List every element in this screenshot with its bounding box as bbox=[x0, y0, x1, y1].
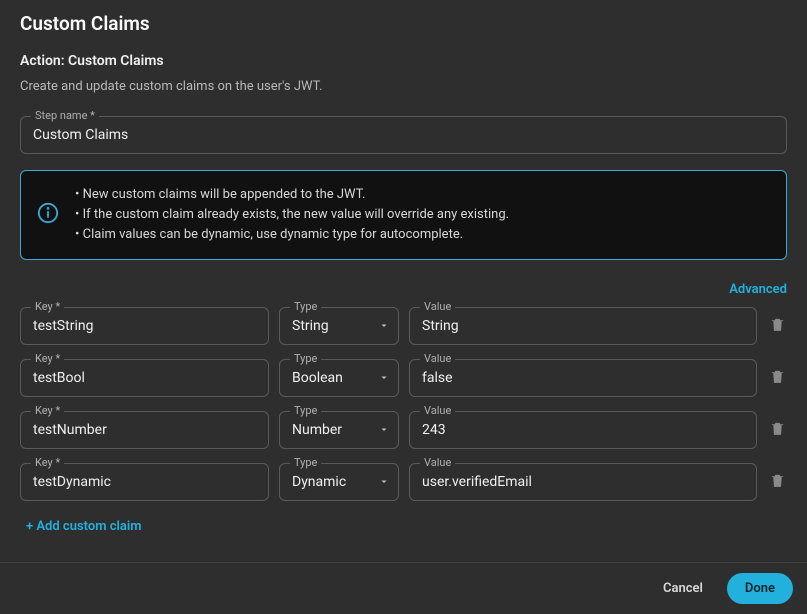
claim-value-input[interactable] bbox=[410, 308, 756, 344]
claim-value-label: Value bbox=[420, 300, 455, 314]
claim-value-input[interactable] bbox=[410, 464, 756, 500]
claim-key-label: Key * bbox=[31, 300, 64, 314]
claim-type-label: Type bbox=[290, 404, 321, 418]
info-callout: New custom claims will be appended to th… bbox=[20, 170, 787, 260]
delete-claim-button[interactable] bbox=[767, 420, 787, 441]
claim-value-input[interactable] bbox=[410, 412, 756, 448]
claim-type-field: TypeStringBooleanNumberDynamic bbox=[279, 411, 399, 449]
claim-value-field: Value bbox=[409, 411, 757, 449]
trash-icon bbox=[769, 420, 786, 441]
add-custom-claim-button[interactable]: + Add custom claim bbox=[26, 519, 142, 534]
claim-row: Key * TypeStringBooleanNumberDynamic Value bbox=[20, 307, 787, 345]
advanced-link[interactable]: Advanced bbox=[729, 282, 787, 297]
info-line: Claim values can be dynamic, use dynamic… bbox=[75, 225, 509, 245]
claim-value-label: Value bbox=[420, 456, 455, 470]
claim-key-label: Key * bbox=[31, 352, 64, 366]
claim-key-label: Key * bbox=[31, 404, 64, 418]
info-line: New custom claims will be appended to th… bbox=[75, 185, 509, 205]
claim-value-field: Value bbox=[409, 359, 757, 397]
delete-claim-button[interactable] bbox=[767, 316, 787, 337]
step-name-input[interactable] bbox=[21, 117, 786, 153]
claim-key-label: Key * bbox=[31, 456, 64, 470]
info-line: If the custom claim already exists, the … bbox=[75, 205, 509, 225]
claim-type-label: Type bbox=[290, 300, 321, 314]
claim-key-field: Key * bbox=[20, 463, 269, 501]
delete-claim-button[interactable] bbox=[767, 472, 787, 493]
claim-value-label: Value bbox=[420, 352, 455, 366]
claim-type-field: TypeStringBooleanNumberDynamic bbox=[279, 463, 399, 501]
claim-row: Key * TypeStringBooleanNumberDynamic Value bbox=[20, 411, 787, 449]
claim-key-field: Key * bbox=[20, 359, 269, 397]
trash-icon bbox=[769, 368, 786, 389]
info-list: New custom claims will be appended to th… bbox=[75, 185, 509, 245]
claim-value-field: Value bbox=[409, 307, 757, 345]
info-icon bbox=[37, 202, 59, 228]
page-title: Custom Claims bbox=[20, 12, 787, 35]
dialog-footer: Cancel Done bbox=[0, 562, 807, 614]
delete-claim-button[interactable] bbox=[767, 368, 787, 389]
claim-row: Key * TypeStringBooleanNumberDynamic Value bbox=[20, 463, 787, 501]
action-description: Create and update custom claims on the u… bbox=[20, 79, 787, 94]
claim-type-field: TypeStringBooleanNumberDynamic bbox=[279, 359, 399, 397]
claim-type-label: Type bbox=[290, 456, 321, 470]
claim-value-input[interactable] bbox=[410, 360, 756, 396]
trash-icon bbox=[769, 472, 786, 493]
claim-row: Key * TypeStringBooleanNumberDynamic Value bbox=[20, 359, 787, 397]
claim-key-field: Key * bbox=[20, 307, 269, 345]
step-name-field: Step name * bbox=[20, 116, 787, 154]
action-subtitle: Action: Custom Claims bbox=[20, 53, 787, 69]
claim-value-field: Value bbox=[409, 463, 757, 501]
claim-type-field: TypeStringBooleanNumberDynamic bbox=[279, 307, 399, 345]
step-name-label: Step name * bbox=[31, 109, 99, 123]
cancel-button[interactable]: Cancel bbox=[649, 573, 717, 604]
claim-type-label: Type bbox=[290, 352, 321, 366]
trash-icon bbox=[769, 316, 786, 337]
claim-key-field: Key * bbox=[20, 411, 269, 449]
done-button[interactable]: Done bbox=[727, 573, 793, 604]
claims-list: Key * TypeStringBooleanNumberDynamic Value… bbox=[20, 307, 787, 501]
claim-value-label: Value bbox=[420, 404, 455, 418]
